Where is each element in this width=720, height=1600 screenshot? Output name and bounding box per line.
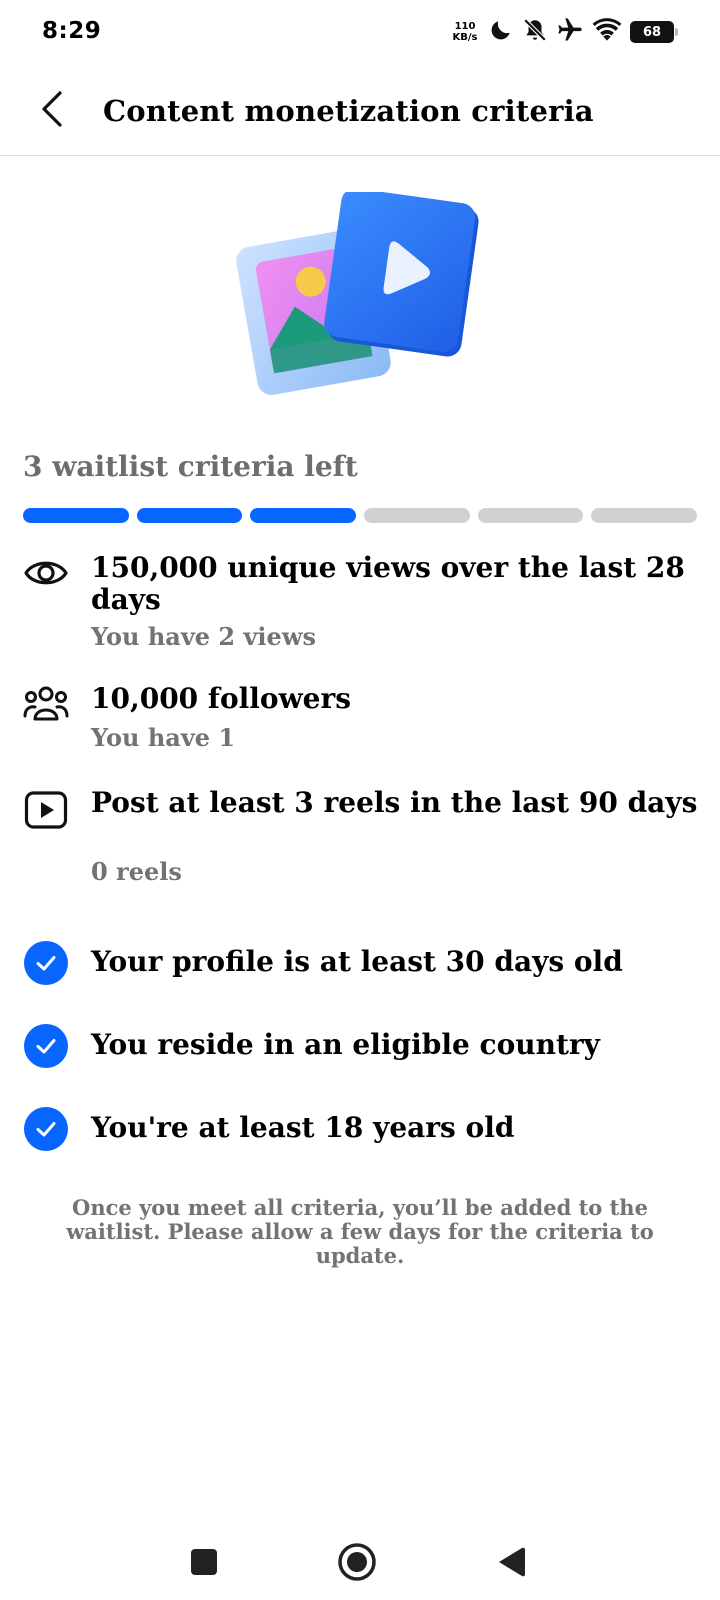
moon-icon bbox=[488, 17, 514, 47]
footnote: Once you meet all criteria, you’ll be ad… bbox=[66, 1195, 654, 1268]
back-nav-button[interactable] bbox=[487, 1540, 535, 1588]
airplane-icon bbox=[556, 16, 584, 48]
back-button[interactable] bbox=[30, 88, 74, 134]
hero-illustration bbox=[236, 188, 486, 402]
criterion-subtitle: You have 1 bbox=[91, 723, 236, 752]
people-icon bbox=[23, 682, 69, 728]
progress-segment bbox=[364, 508, 470, 523]
criterion-subtitle: You have 2 views bbox=[91, 622, 316, 651]
criterion-title: 10,000 followers bbox=[91, 682, 352, 715]
progress-segment bbox=[591, 508, 698, 523]
progress-segment bbox=[250, 508, 357, 523]
progress-segment bbox=[136, 508, 243, 523]
criterion-title: 150,000 unique views over the last 28 da… bbox=[91, 551, 685, 616]
page-title: Content monetization criteria bbox=[103, 94, 594, 128]
criterion-title: You're at least 18 years old bbox=[91, 1111, 515, 1144]
status-time: 8:29 bbox=[42, 18, 102, 44]
criterion-subtitle: 0 reels bbox=[91, 857, 182, 886]
criterion-title: You reside in an eligible country bbox=[91, 1028, 600, 1061]
criterion-title: Post at least 3 reels in the last 90 day… bbox=[91, 786, 698, 819]
check-circle-icon bbox=[23, 940, 69, 986]
progress-segment bbox=[23, 508, 129, 523]
progress-bar bbox=[23, 508, 698, 523]
chevron-left-icon bbox=[38, 89, 66, 133]
eye-icon bbox=[23, 550, 69, 596]
recents-button[interactable] bbox=[180, 1540, 228, 1588]
reels-icon bbox=[23, 787, 69, 833]
triangle-back-icon bbox=[495, 1545, 527, 1583]
battery-icon: 68 bbox=[630, 21, 678, 43]
criteria-left-label: 3 waitlist criteria left bbox=[23, 450, 358, 483]
check-circle-icon bbox=[23, 1023, 69, 1069]
header: Content monetization criteria bbox=[0, 66, 720, 156]
home-circle-icon bbox=[337, 1542, 377, 1586]
progress-segment bbox=[477, 508, 584, 523]
status-bar: 8:29 110 KB/s 68 bbox=[0, 0, 720, 66]
system-nav-bar bbox=[0, 1530, 720, 1600]
network-speed: 110 KB/s bbox=[450, 21, 480, 43]
check-circle-icon bbox=[23, 1106, 69, 1152]
wifi-icon bbox=[592, 17, 622, 47]
bell-off-icon bbox=[522, 17, 548, 47]
status-icons: 110 KB/s 68 bbox=[450, 16, 678, 48]
criterion-title: Your profile is at least 30 days old bbox=[91, 945, 623, 978]
network-speed-unit: KB/s bbox=[452, 32, 478, 43]
network-speed-value: 110 bbox=[454, 21, 476, 32]
battery-level: 68 bbox=[642, 24, 662, 40]
square-icon bbox=[189, 1547, 219, 1581]
home-button[interactable] bbox=[333, 1540, 381, 1588]
